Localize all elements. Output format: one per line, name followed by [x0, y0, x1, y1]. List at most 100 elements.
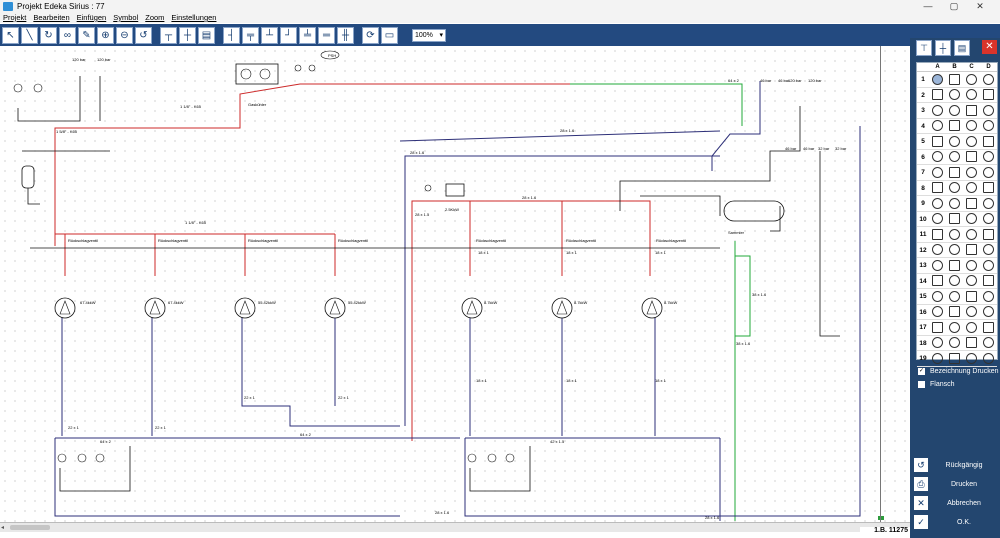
zoom-in-icon[interactable]: ⊕: [97, 26, 114, 44]
pipe-tool-a-icon[interactable]: ┬: [160, 26, 177, 44]
symbol-cell[interactable]: [929, 336, 946, 351]
symbol-cell[interactable]: [929, 351, 946, 366]
minimize-button[interactable]: —: [916, 0, 940, 12]
symbol-cell[interactable]: [929, 181, 946, 196]
checkbox-empty-icon[interactable]: [918, 381, 925, 388]
symbol-cell[interactable]: [929, 119, 946, 134]
symbol-cell[interactable]: [946, 165, 963, 180]
undo-button[interactable]: ↺ Rückgängig: [914, 457, 1000, 473]
symbol-cell[interactable]: [946, 336, 963, 351]
symbol-cell[interactable]: [929, 88, 946, 103]
symbol-cell[interactable]: [946, 351, 963, 366]
symbol-cell[interactable]: [946, 103, 963, 118]
symbol-cell[interactable]: [946, 150, 963, 165]
tab-compressor-icon[interactable]: ⊤: [916, 40, 932, 56]
check-bezeichnung[interactable]: ✓ Bezeichnung Drucken: [918, 368, 999, 375]
panel-close-button[interactable]: ✕: [982, 40, 997, 54]
symbol-cell[interactable]: [929, 320, 946, 335]
zoom-out-icon[interactable]: ⊖: [116, 26, 133, 44]
symbol-cell[interactable]: [963, 196, 980, 211]
symbol-cell[interactable]: [963, 119, 980, 134]
symbol-cell[interactable]: [929, 150, 946, 165]
menu-symbol[interactable]: Symbol: [113, 13, 138, 22]
rotate-icon[interactable]: ↻: [40, 26, 57, 44]
zoom-select[interactable]: 100% ▾: [412, 28, 446, 42]
symbol-cell[interactable]: [946, 181, 963, 196]
print-button[interactable]: ⎙ Drucken: [914, 476, 1000, 492]
symbol-cell[interactable]: [946, 274, 963, 289]
symbol-cell[interactable]: [946, 305, 963, 320]
symbol-cell[interactable]: [980, 289, 997, 304]
select-arrow-icon[interactable]: ↖: [2, 26, 19, 44]
symbol-cell[interactable]: [963, 134, 980, 149]
symbol-cell[interactable]: [963, 212, 980, 227]
horizontal-scrollbar[interactable]: ◂: [0, 522, 910, 532]
line-icon[interactable]: ╲: [21, 26, 38, 44]
connector-e-icon[interactable]: ╧: [299, 26, 316, 44]
menu-einstellungen[interactable]: Einstellungen: [171, 13, 216, 22]
symbol-cell[interactable]: [929, 305, 946, 320]
symbol-cell[interactable]: [980, 320, 997, 335]
check-flansch[interactable]: Flansch: [918, 381, 955, 388]
symbol-cell[interactable]: [963, 103, 980, 118]
scroll-thumb[interactable]: [10, 525, 50, 530]
symbol-cell[interactable]: [980, 336, 997, 351]
symbol-cell[interactable]: [980, 258, 997, 273]
drawing-canvas[interactable]: 120 bar 120 bar Gaskühler 1 1/8" - K65 1 5…: [0, 46, 910, 522]
symbol-cell[interactable]: [963, 88, 980, 103]
connector-f-icon[interactable]: ═: [318, 26, 335, 44]
symbol-cell[interactable]: [929, 274, 946, 289]
symbol-cell[interactable]: [946, 258, 963, 273]
connector-c-icon[interactable]: ┴: [261, 26, 278, 44]
symbol-cell[interactable]: [963, 72, 980, 87]
symbol-cell[interactable]: [980, 196, 997, 211]
symbol-cell[interactable]: [980, 134, 997, 149]
symbol-cell[interactable]: [963, 305, 980, 320]
open-folder-icon[interactable]: ▭: [381, 26, 398, 44]
tab-pipes-icon[interactable]: ┼: [935, 40, 951, 56]
symbol-cell[interactable]: [980, 88, 997, 103]
undo-icon[interactable]: ↺: [135, 26, 152, 44]
symbol-cell[interactable]: [980, 274, 997, 289]
connector-d-icon[interactable]: ┘: [280, 26, 297, 44]
connector-g-icon[interactable]: ╫: [337, 26, 354, 44]
symbol-cell[interactable]: [980, 305, 997, 320]
symbol-cell[interactable]: [980, 103, 997, 118]
symbol-cell[interactable]: [929, 165, 946, 180]
symbol-cell[interactable]: [963, 243, 980, 258]
symbol-cell[interactable]: [980, 351, 997, 366]
symbol-cell[interactable]: [929, 258, 946, 273]
close-window-button[interactable]: ✕: [968, 0, 992, 12]
tab-panel-icon[interactable]: ▤: [954, 40, 970, 56]
symbol-cell[interactable]: [980, 119, 997, 134]
symbol-cell[interactable]: [929, 134, 946, 149]
symbol-cell[interactable]: [929, 212, 946, 227]
connector-a-icon[interactable]: ┤: [223, 26, 240, 44]
symbol-cell[interactable]: [963, 336, 980, 351]
symbol-cell[interactable]: [929, 227, 946, 242]
symbol-cell[interactable]: [946, 320, 963, 335]
symbol-cell[interactable]: [963, 150, 980, 165]
checkbox-checked-icon[interactable]: ✓: [918, 368, 925, 375]
symbol-cell[interactable]: [946, 196, 963, 211]
symbol-cell[interactable]: [963, 320, 980, 335]
symbol-cell[interactable]: [946, 289, 963, 304]
symbol-cell[interactable]: [963, 258, 980, 273]
symbol-cell[interactable]: [929, 72, 946, 87]
symbol-cell[interactable]: [929, 103, 946, 118]
symbol-cell[interactable]: [963, 351, 980, 366]
link-icon[interactable]: ∞: [59, 26, 76, 44]
symbol-cell[interactable]: [980, 181, 997, 196]
cancel-button[interactable]: ✕ Abbrechen: [914, 495, 1000, 511]
symbol-cell[interactable]: [963, 181, 980, 196]
panel-icon[interactable]: ▤: [198, 26, 215, 44]
symbol-cell[interactable]: [946, 212, 963, 227]
pipe-tool-b-icon[interactable]: ┼: [179, 26, 196, 44]
symbol-cell[interactable]: [980, 227, 997, 242]
symbol-cell[interactable]: [946, 119, 963, 134]
symbol-cell[interactable]: [980, 72, 997, 87]
symbol-cell[interactable]: [980, 243, 997, 258]
menu-bearbeiten[interactable]: Bearbeiten: [33, 13, 69, 22]
symbol-cell[interactable]: [946, 227, 963, 242]
symbol-cell[interactable]: [929, 243, 946, 258]
